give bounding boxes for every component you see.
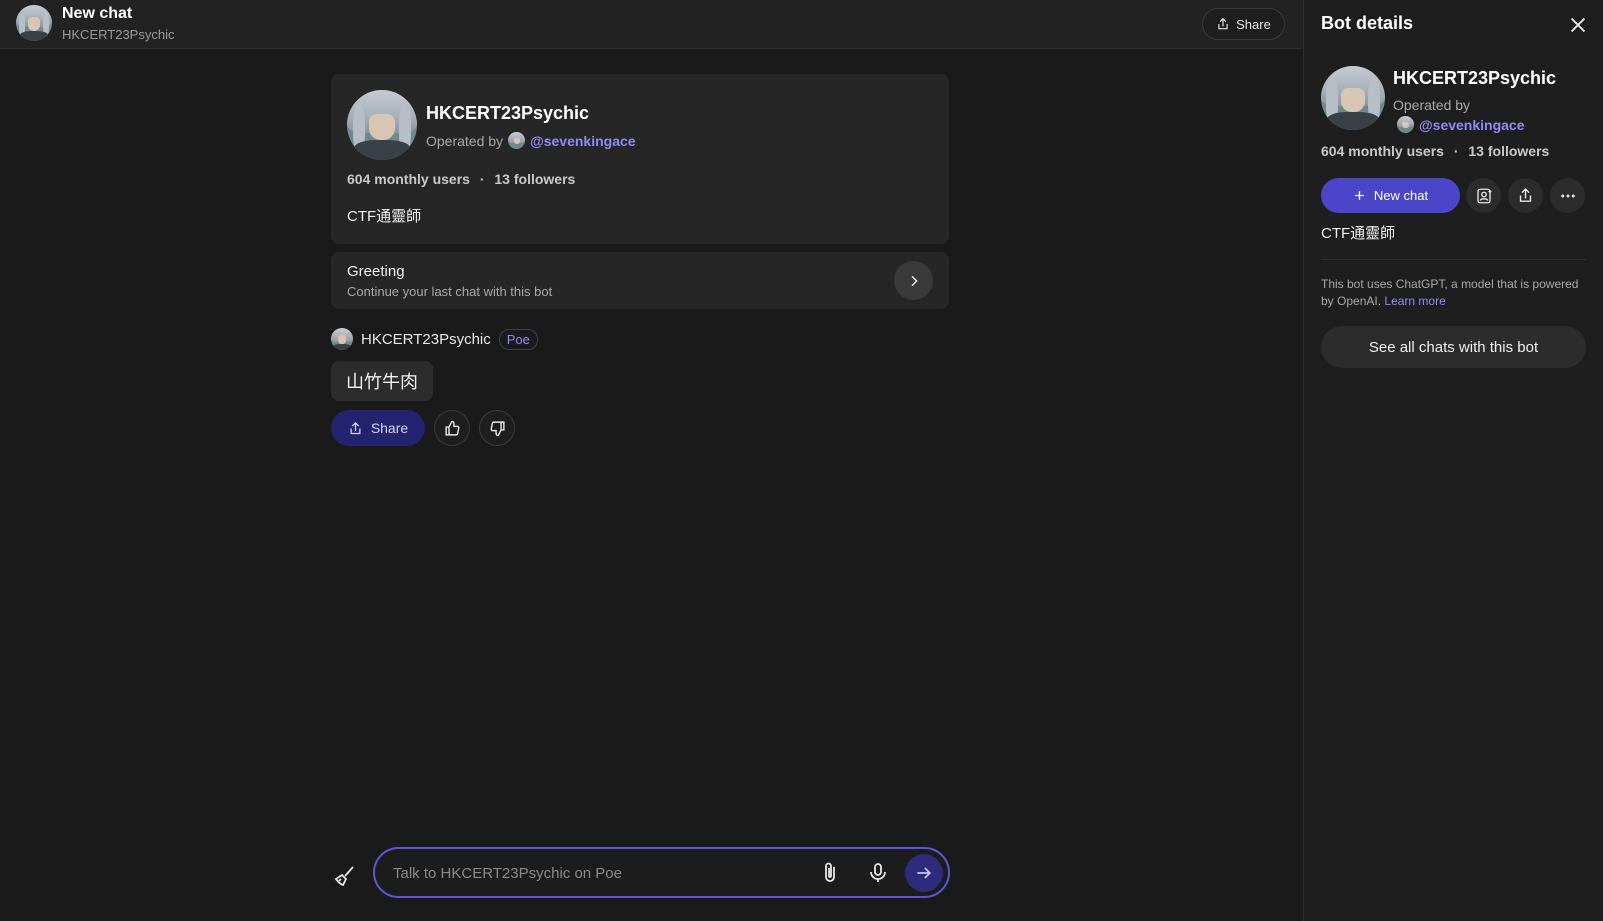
- panel-operator: @sevenkingace: [1397, 116, 1525, 133]
- message-share-button[interactable]: Share: [331, 410, 425, 446]
- operator-handle-link[interactable]: @sevenkingace: [530, 133, 636, 149]
- bot-details-panel: Bot details HKCERT23Psychic Operated by …: [1304, 0, 1603, 921]
- close-icon: [1570, 17, 1586, 33]
- share-icon: [1218, 17, 1228, 30]
- panel-share-button[interactable]: [1508, 178, 1543, 213]
- bot-name[interactable]: HKCERT23Psychic: [426, 103, 589, 124]
- greeting-open-button[interactable]: [894, 261, 933, 300]
- greeting-title: Greeting: [347, 263, 405, 280]
- broom-icon: [334, 866, 354, 887]
- panel-operated-by-label: Operated by: [1393, 97, 1471, 113]
- share-icon: [1519, 188, 1532, 202]
- followers-count[interactable]: 13 followers: [494, 171, 575, 187]
- operator-avatar: [508, 132, 526, 149]
- panel-bot-name: HKCERT23Psychic: [1393, 68, 1557, 88]
- model-note-text: This bot uses ChatGPT, a model that is p…: [1321, 277, 1579, 308]
- bot-info-card: HKCERT23Psychic Operated by @sevenkingac…: [331, 74, 949, 244]
- message-actions: Share: [331, 410, 515, 446]
- panel-operator-avatar: [1397, 116, 1414, 133]
- more-icon: [1560, 194, 1575, 197]
- new-chat-button[interactable]: New chat: [1321, 178, 1460, 213]
- panel-separator: [1321, 259, 1586, 260]
- new-chat-label: New chat: [1373, 188, 1429, 203]
- message-input[interactable]: [393, 861, 793, 885]
- panel-bot-stats: 604 monthly users · 13 followers: [1321, 143, 1549, 159]
- header-share-label: Share: [1236, 16, 1271, 32]
- message-sender-name[interactable]: HKCERT23Psychic: [361, 331, 491, 348]
- greeting-card[interactable]: Greeting Continue your last chat with th…: [331, 252, 949, 309]
- like-button[interactable]: [434, 410, 470, 446]
- stats-separator: ·: [479, 171, 485, 187]
- message-share-label: Share: [370, 420, 409, 436]
- send-button[interactable]: [905, 854, 943, 892]
- follow-bot-button[interactable]: [1466, 178, 1501, 213]
- model-note: This bot uses ChatGPT, a model that is p…: [1321, 276, 1586, 310]
- panel-stats-separator: ·: [1453, 143, 1459, 159]
- header-share-button[interactable]: Share: [1202, 8, 1285, 40]
- thumbs-up-icon: [444, 420, 459, 436]
- chat-main: HKCERT23Psychic Operated by @sevenkingac…: [0, 49, 1303, 921]
- bot-stats: 604 monthly users · 13 followers: [347, 171, 575, 187]
- thumbs-down-icon: [490, 420, 505, 436]
- poe-badge: Poe: [498, 328, 538, 350]
- message-sender-avatar[interactable]: [331, 328, 353, 350]
- message-header: HKCERT23Psychic Poe: [331, 327, 538, 351]
- chat-subtitle[interactable]: HKCERT23Psychic: [62, 27, 174, 42]
- panel-bot-description: CTF通靈師: [1321, 225, 1396, 242]
- operated-by: Operated by @sevenkingace: [426, 132, 636, 149]
- chat-title: New chat: [62, 5, 133, 22]
- see-all-chats-button[interactable]: See all chats with this bot: [1321, 326, 1586, 368]
- panel-title: Bot details: [1321, 13, 1414, 33]
- attach-button[interactable]: [818, 861, 842, 885]
- chevron-right-icon: [910, 275, 918, 286]
- chat-header: New chat HKCERT23Psychic Share: [0, 0, 1303, 49]
- arrow-right-icon: [917, 867, 932, 879]
- clear-context-button[interactable]: [331, 862, 359, 890]
- microphone-icon: [870, 863, 886, 882]
- more-options-button[interactable]: [1550, 178, 1585, 213]
- greeting-subtitle: Continue your last chat with this bot: [347, 284, 553, 299]
- message-composer: [373, 847, 950, 898]
- monthly-users: 604 monthly users: [347, 171, 470, 187]
- panel-close-button[interactable]: [1567, 14, 1589, 36]
- panel-operator-handle-link[interactable]: @sevenkingace: [1419, 117, 1525, 133]
- panel-monthly-users: 604 monthly users: [1321, 143, 1444, 159]
- dislike-button[interactable]: [479, 410, 515, 446]
- bot-avatar[interactable]: [16, 5, 52, 41]
- learn-more-link[interactable]: Learn more: [1384, 294, 1445, 308]
- plus-icon: [1355, 191, 1364, 200]
- panel-bot-avatar: [1321, 66, 1385, 130]
- message-bubble: 山竹牛肉: [331, 361, 433, 401]
- bot-description: CTF通靈師: [347, 208, 422, 225]
- bot-avatar-large[interactable]: [347, 90, 417, 160]
- share-icon: [350, 421, 361, 434]
- paperclip-icon: [825, 862, 835, 882]
- add-user-icon: [1476, 188, 1491, 203]
- operated-by-label: Operated by: [426, 132, 504, 149]
- voice-input-button[interactable]: [866, 861, 890, 885]
- panel-followers-count[interactable]: 13 followers: [1468, 143, 1549, 159]
